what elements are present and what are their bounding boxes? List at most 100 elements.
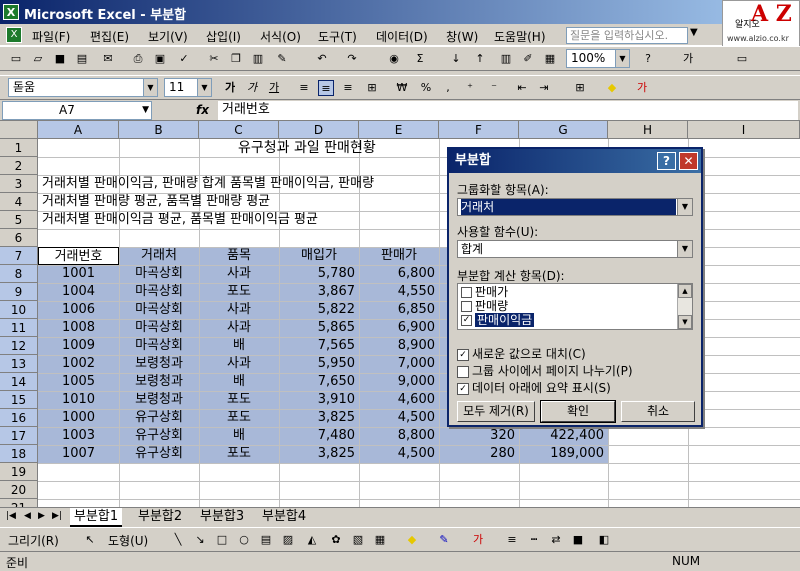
help-dropdown-icon[interactable]: ▼ <box>690 27 698 38</box>
draw-menu[interactable]: 그리기(R) <box>8 532 59 549</box>
table-cell[interactable]: 사과 <box>199 301 279 319</box>
page-break-option[interactable]: 그룹 사이에서 페이지 나누기(P) <box>457 362 633 379</box>
function-select[interactable]: 합계 ▼ <box>457 240 693 258</box>
research-icon[interactable]: ▦ <box>542 51 558 67</box>
checkbox-checked[interactable]: ✓ <box>457 382 469 395</box>
table-cell[interactable]: 배 <box>199 373 279 391</box>
table-cell[interactable]: 3,825 <box>279 409 359 427</box>
text-box-icon[interactable]: ▭ <box>734 51 750 67</box>
table-cell[interactable]: 6,900 <box>359 319 439 337</box>
copy-icon[interactable]: ❐ <box>228 51 244 67</box>
row-header[interactable]: 2 <box>0 157 38 175</box>
chart-wizard-icon[interactable]: ▥ <box>498 51 514 67</box>
col-header-g[interactable]: G <box>519 121 608 139</box>
tab-subtotal-3[interactable]: 부분합3 <box>196 508 248 527</box>
table-cell[interactable]: 1001 <box>38 265 119 283</box>
table-cell[interactable]: 사과 <box>199 265 279 283</box>
checkbox[interactable] <box>461 287 472 298</box>
col-header-e[interactable]: E <box>359 121 439 139</box>
table-cell[interactable]: 3,910 <box>279 391 359 409</box>
paste-icon[interactable]: ▥ <box>250 51 266 67</box>
3d-icon[interactable]: ◧ <box>596 532 612 548</box>
select-all-corner[interactable] <box>0 121 38 139</box>
note-line-4[interactable]: 거래처별 판매량 평균, 품목별 판매량 평균 <box>42 193 270 211</box>
col-header-a[interactable]: A <box>38 121 119 139</box>
table-cell[interactable]: 1009 <box>38 337 119 355</box>
table-cell[interactable]: 4,500 <box>359 409 439 427</box>
table-cell[interactable]: 포도 <box>199 391 279 409</box>
print-icon[interactable]: ⎙ <box>130 51 146 67</box>
table-cell[interactable]: 5,865 <box>279 319 359 337</box>
line-color-icon[interactable]: ✎ <box>436 532 452 548</box>
row-header[interactable]: 5 <box>0 211 38 229</box>
table-cell[interactable]: 8,800 <box>359 427 439 445</box>
first-sheet-icon[interactable]: |◀ <box>6 511 16 521</box>
cancel-button[interactable]: 취소 <box>621 401 695 422</box>
chevron-down-icon[interactable]: ▼ <box>615 50 629 67</box>
chevron-down-icon[interactable]: ▼ <box>197 79 211 96</box>
picture-icon[interactable]: ▧ <box>350 532 366 548</box>
oval-icon[interactable]: ○ <box>236 532 252 548</box>
tab-subtotal-2[interactable]: 부분합2 <box>134 508 186 527</box>
menu-edit[interactable]: 편집(E) <box>90 28 129 45</box>
hyperlink-icon[interactable]: ◉ <box>386 51 402 67</box>
table-cell[interactable]: 6,850 <box>359 301 439 319</box>
arrow-style-icon[interactable]: ⇄ <box>548 532 564 548</box>
list-scrollbar[interactable]: ▲ ▼ <box>677 284 692 329</box>
font-color-icon[interactable]: 가 <box>634 80 650 96</box>
menu-data[interactable]: 데이터(D) <box>376 28 428 45</box>
list-item[interactable]: ✓ 판매이익금 <box>461 313 535 328</box>
textbox-icon[interactable]: ▤ <box>258 532 274 548</box>
checkbox[interactable] <box>457 365 469 378</box>
table-cell[interactable]: 마곡상회 <box>119 265 199 283</box>
line-icon[interactable]: ╲ <box>170 532 186 548</box>
table-cell[interactable]: 1008 <box>38 319 119 337</box>
select-objects-icon[interactable]: ↖ <box>82 532 98 548</box>
arrow-icon[interactable]: ↘ <box>192 532 208 548</box>
font-size-select[interactable]: 11 ▼ <box>164 78 212 97</box>
menu-format[interactable]: 서식(O) <box>260 28 301 45</box>
table-cell[interactable]: 마곡상회 <box>119 319 199 337</box>
menu-file[interactable]: 파일(F) <box>32 28 70 45</box>
decrease-decimal-icon[interactable]: ⁻ <box>486 80 502 96</box>
checkbox-checked[interactable]: ✓ <box>457 348 469 361</box>
table-cell[interactable]: 1006 <box>38 301 119 319</box>
autosum-icon[interactable]: Σ <box>412 51 428 67</box>
table-cell[interactable]: 배 <box>199 337 279 355</box>
drawing-icon[interactable]: ✐ <box>520 51 536 67</box>
table-cell[interactable]: 보령청과 <box>119 355 199 373</box>
table-cell[interactable]: 320 <box>439 427 519 445</box>
row-header[interactable]: 19 <box>0 463 38 481</box>
help-button[interactable]: ? <box>657 152 676 170</box>
spelling-icon[interactable]: ✓ <box>176 51 192 67</box>
chevron-down-icon[interactable]: ▼ <box>677 241 692 257</box>
row-header[interactable]: 6 <box>0 229 38 247</box>
table-cell[interactable]: 4,600 <box>359 391 439 409</box>
header-cell-c7[interactable]: 품목 <box>199 247 279 265</box>
table-cell[interactable]: 5,950 <box>279 355 359 373</box>
table-cell[interactable]: 1002 <box>38 355 119 373</box>
help-icon[interactable]: ? <box>640 51 656 67</box>
formula-input[interactable]: 거래번호 <box>218 101 798 120</box>
bold-icon[interactable]: 가 <box>222 80 238 96</box>
table-cell[interactable]: 4,500 <box>359 445 439 463</box>
currency-icon[interactable]: ₩ <box>394 80 410 96</box>
new-icon[interactable]: ▭ <box>8 51 24 67</box>
row-header[interactable]: 15 <box>0 391 38 409</box>
table-cell[interactable]: 1000 <box>38 409 119 427</box>
print-preview-icon[interactable]: ▣ <box>152 51 168 67</box>
header-cell-d7[interactable]: 매입가 <box>279 247 359 265</box>
table-cell[interactable]: 유구상회 <box>119 409 199 427</box>
ok-button[interactable]: 확인 <box>540 400 616 423</box>
row-header[interactable]: 14 <box>0 373 38 391</box>
table-cell[interactable]: 보령청과 <box>119 391 199 409</box>
table-cell[interactable]: 포도 <box>199 409 279 427</box>
tab-subtotal-1[interactable]: 부분합1 <box>70 508 123 527</box>
redo-icon[interactable]: ↷ <box>344 51 360 67</box>
table-cell[interactable]: 1010 <box>38 391 119 409</box>
increase-decimal-icon[interactable]: ⁺ <box>462 80 478 96</box>
prev-sheet-icon[interactable]: ◀ <box>24 511 31 521</box>
next-sheet-icon[interactable]: ▶ <box>38 511 45 521</box>
permission-icon[interactable]: ▤ <box>74 51 90 67</box>
chevron-down-icon[interactable]: ▼ <box>142 102 149 119</box>
